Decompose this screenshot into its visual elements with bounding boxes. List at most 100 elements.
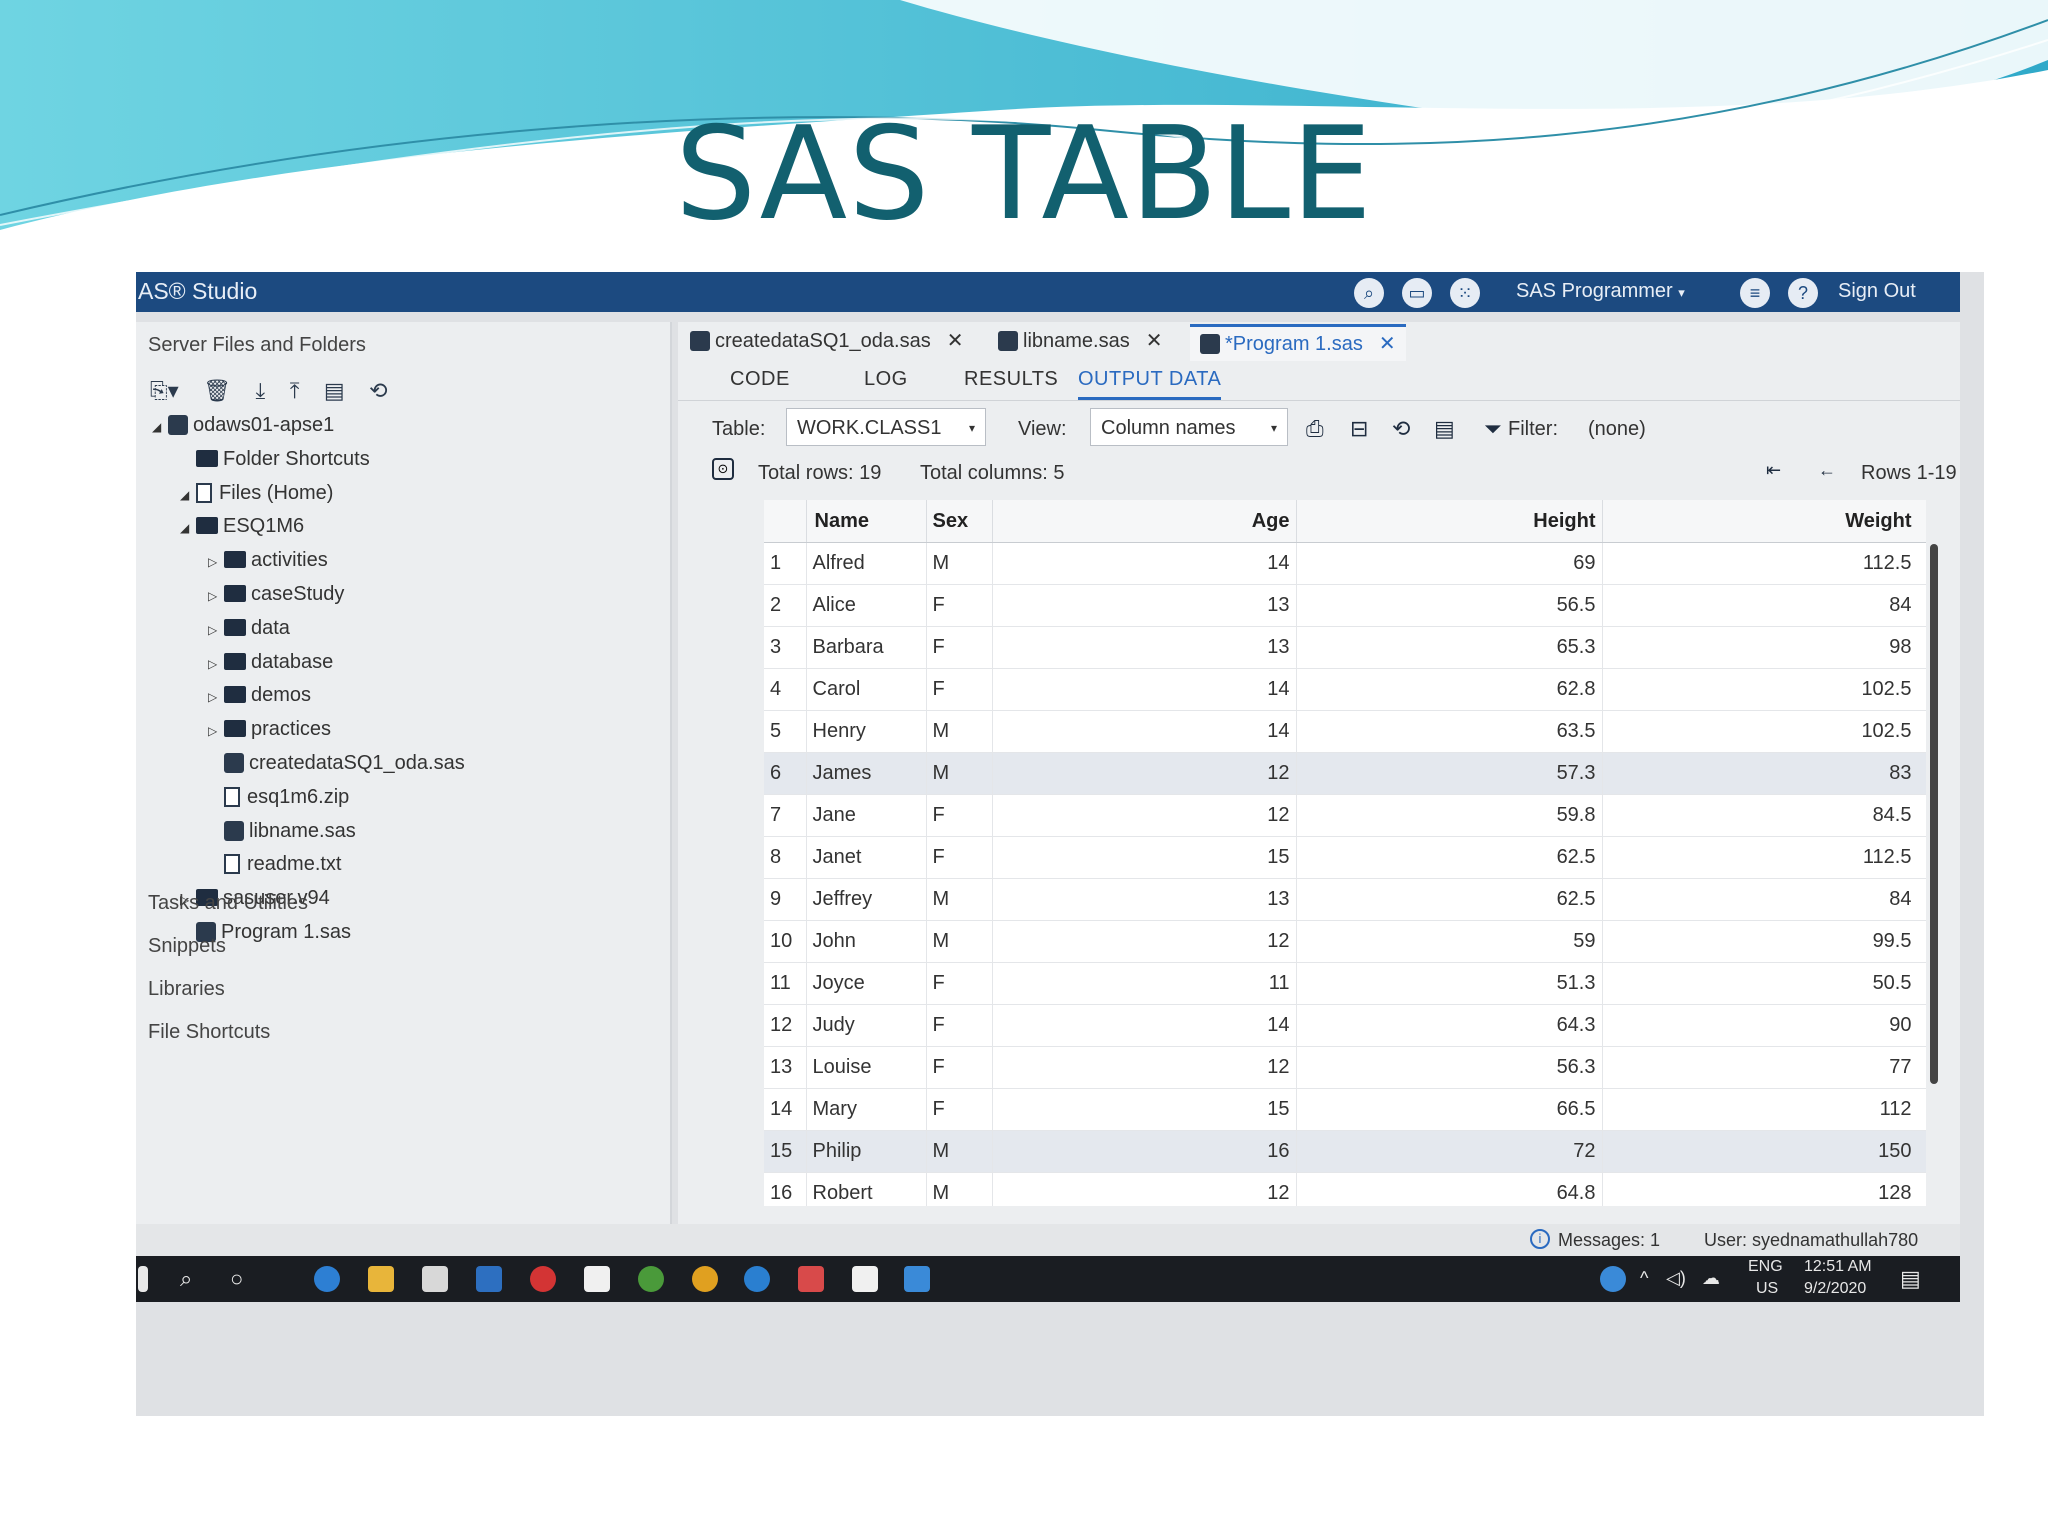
column-selector-icon[interactable]: ⊙: [712, 458, 734, 480]
tree-item[interactable]: ▷ practices: [208, 718, 331, 748]
table-row[interactable]: 12 Judy F 14 64.3 90: [764, 1004, 1926, 1047]
network-icon[interactable]: ☁: [1702, 1268, 1720, 1289]
print-icon[interactable]: ⊟: [1350, 416, 1368, 442]
start-icon[interactable]: [138, 1266, 148, 1292]
table-row[interactable]: 10 John M 12 59 99.5: [764, 920, 1926, 963]
download-icon[interactable]: ⤓: [256, 378, 266, 404]
notifications-icon[interactable]: ▤: [1900, 1266, 1921, 1292]
tab-results[interactable]: RESULTS: [964, 368, 1058, 391]
clock-date[interactable]: 9/2/2020: [1804, 1280, 1866, 1298]
photos-icon[interactable]: [904, 1266, 930, 1292]
column-header-weight[interactable]: Weight: [1602, 500, 1926, 543]
previous-page-icon[interactable]: ←: [1818, 460, 1836, 481]
grid-scrollbar[interactable]: [1930, 544, 1938, 1084]
tree-item[interactable]: ▷ caseStudy: [208, 583, 344, 613]
upload-icon[interactable]: ⤒: [290, 378, 300, 404]
tree-item[interactable]: readme.txt: [208, 853, 341, 883]
app-snip-icon[interactable]: [798, 1266, 824, 1292]
tab-log[interactable]: LOG: [864, 368, 908, 391]
chrome-icon[interactable]: [692, 1266, 718, 1292]
column-header-age[interactable]: Age: [992, 500, 1297, 543]
table-row[interactable]: 9 Jeffrey M 13 62.5 84: [764, 878, 1926, 921]
table-row[interactable]: 1 Alfred M 14 69 112.5: [764, 542, 1926, 585]
expand-arrow-icon[interactable]: ◢: [180, 521, 196, 535]
role-menu[interactable]: SAS Programmer ▾: [1516, 280, 1685, 303]
region-code[interactable]: US: [1756, 1280, 1778, 1298]
table-row[interactable]: 14 Mary F 15 66.5 112: [764, 1088, 1926, 1131]
edge-icon[interactable]: [314, 1266, 340, 1292]
table-row[interactable]: 13 Louise F 12 56.3 77: [764, 1046, 1926, 1089]
column-header-height[interactable]: Height: [1296, 500, 1603, 543]
first-page-icon[interactable]: ⇤: [1766, 460, 1781, 481]
refresh-icon[interactable]: ⟲: [1392, 416, 1410, 442]
table-row[interactable]: 16 Robert M 12 64.8 128: [764, 1172, 1926, 1206]
table-row[interactable]: 3 Barbara F 13 65.3 98: [764, 626, 1926, 669]
expand-arrow-icon[interactable]: ▷: [208, 657, 224, 671]
expand-arrow-icon[interactable]: ◢: [152, 420, 168, 434]
file-explorer-icon[interactable]: [368, 1266, 394, 1292]
tree-item[interactable]: ▷ database: [208, 651, 333, 681]
expand-arrow-icon[interactable]: ▷: [208, 555, 224, 569]
table-select[interactable]: WORK.CLASS1 ▾: [786, 408, 986, 446]
snippets[interactable]: Snippets: [148, 935, 226, 958]
expand-arrow-icon[interactable]: ▷: [208, 623, 224, 637]
tab-createdata[interactable]: createdataSQ1_oda.sas ✕: [690, 324, 963, 358]
app-green-icon[interactable]: [638, 1266, 664, 1292]
expand-arrow-icon[interactable]: ▷: [208, 589, 224, 603]
tree-item[interactable]: esq1m6.zip: [208, 786, 349, 816]
tab-program1[interactable]: *Program 1.sas ✕: [1190, 324, 1406, 361]
filter-icon[interactable]: ⏷: [1484, 416, 1502, 442]
table-row[interactable]: 6 James M 12 57.3 83: [764, 752, 1926, 795]
properties-icon[interactable]: ▤: [1434, 416, 1455, 442]
tree-item[interactable]: Folder Shortcuts: [180, 448, 370, 478]
view-select[interactable]: Column names ▾: [1090, 408, 1288, 446]
sign-out-button[interactable]: Sign Out: [1838, 280, 1916, 303]
table-row[interactable]: 5 Henry M 14 63.5 102.5: [764, 710, 1926, 753]
help-icon[interactable]: ?: [1788, 278, 1818, 308]
open-folder-icon[interactable]: ▭: [1402, 278, 1432, 308]
app-red-icon[interactable]: [530, 1266, 556, 1292]
tree-item[interactable]: ▷ activities: [208, 549, 328, 579]
task-view-icon[interactable]: ○: [230, 1266, 243, 1292]
tree-item[interactable]: createdataSQ1_oda.sas: [208, 752, 465, 782]
volume-icon[interactable]: ◁): [1666, 1268, 1686, 1289]
tab-output-data[interactable]: OUTPUT DATA: [1078, 368, 1222, 400]
tree-item[interactable]: libname.sas: [208, 820, 356, 850]
table-row[interactable]: 8 Janet F 15 62.5 112.5: [764, 836, 1926, 879]
server-files-header[interactable]: Server Files and Folders: [148, 334, 366, 357]
clock-time[interactable]: 12:51 AM: [1804, 1258, 1872, 1276]
table-row[interactable]: 2 Alice F 13 56.5 84: [764, 584, 1926, 627]
messages-count[interactable]: Messages: 1: [1558, 1230, 1660, 1251]
table-row[interactable]: 15 Philip M 16 72 150: [764, 1130, 1926, 1173]
table-row[interactable]: 11 Joyce F 11 51.3 50.5: [764, 962, 1926, 1005]
tab-code[interactable]: CODE: [730, 368, 790, 391]
file-shortcuts[interactable]: File Shortcuts: [148, 1021, 270, 1044]
table-row[interactable]: 7 Jane F 12 59.8 84.5: [764, 794, 1926, 837]
delete-icon[interactable]: 🗑: [203, 378, 231, 404]
expand-arrow-icon[interactable]: ▷: [208, 690, 224, 704]
tree-item[interactable]: ▷ demos: [208, 684, 311, 714]
tree-item[interactable]: ▷ data: [208, 617, 290, 647]
search-icon[interactable]: ⌕: [1354, 278, 1384, 308]
chevron-up-icon[interactable]: ^: [1640, 1268, 1648, 1289]
tasks-and-utilities[interactable]: Tasks and Utilities: [148, 892, 308, 915]
tree-item[interactable]: ◢ odaws01-apse1: [152, 414, 334, 444]
tree-item[interactable]: ◢ ESQ1M6: [180, 515, 304, 545]
libraries[interactable]: Libraries: [148, 978, 225, 1001]
help-tray-icon[interactable]: [1600, 1266, 1626, 1292]
search-icon[interactable]: ⌕: [180, 1266, 192, 1292]
properties-icon[interactable]: ▤: [324, 378, 345, 404]
store-icon[interactable]: [422, 1266, 448, 1292]
language-code[interactable]: ENG: [1748, 1258, 1783, 1276]
app-blue-icon[interactable]: [744, 1266, 770, 1292]
close-icon[interactable]: ✕: [1146, 330, 1163, 352]
word-icon[interactable]: [852, 1266, 878, 1292]
column-header-sex[interactable]: Sex: [926, 500, 993, 543]
mail-icon[interactable]: [476, 1266, 502, 1292]
expand-arrow-icon[interactable]: ▷: [208, 724, 224, 738]
refresh-icon[interactable]: ⟲: [369, 378, 387, 404]
new-item-icon[interactable]: ⎘▾: [150, 378, 179, 404]
menu-icon[interactable]: ≡: [1740, 278, 1770, 308]
document-icon[interactable]: [584, 1266, 610, 1292]
close-icon[interactable]: ✕: [947, 330, 964, 352]
